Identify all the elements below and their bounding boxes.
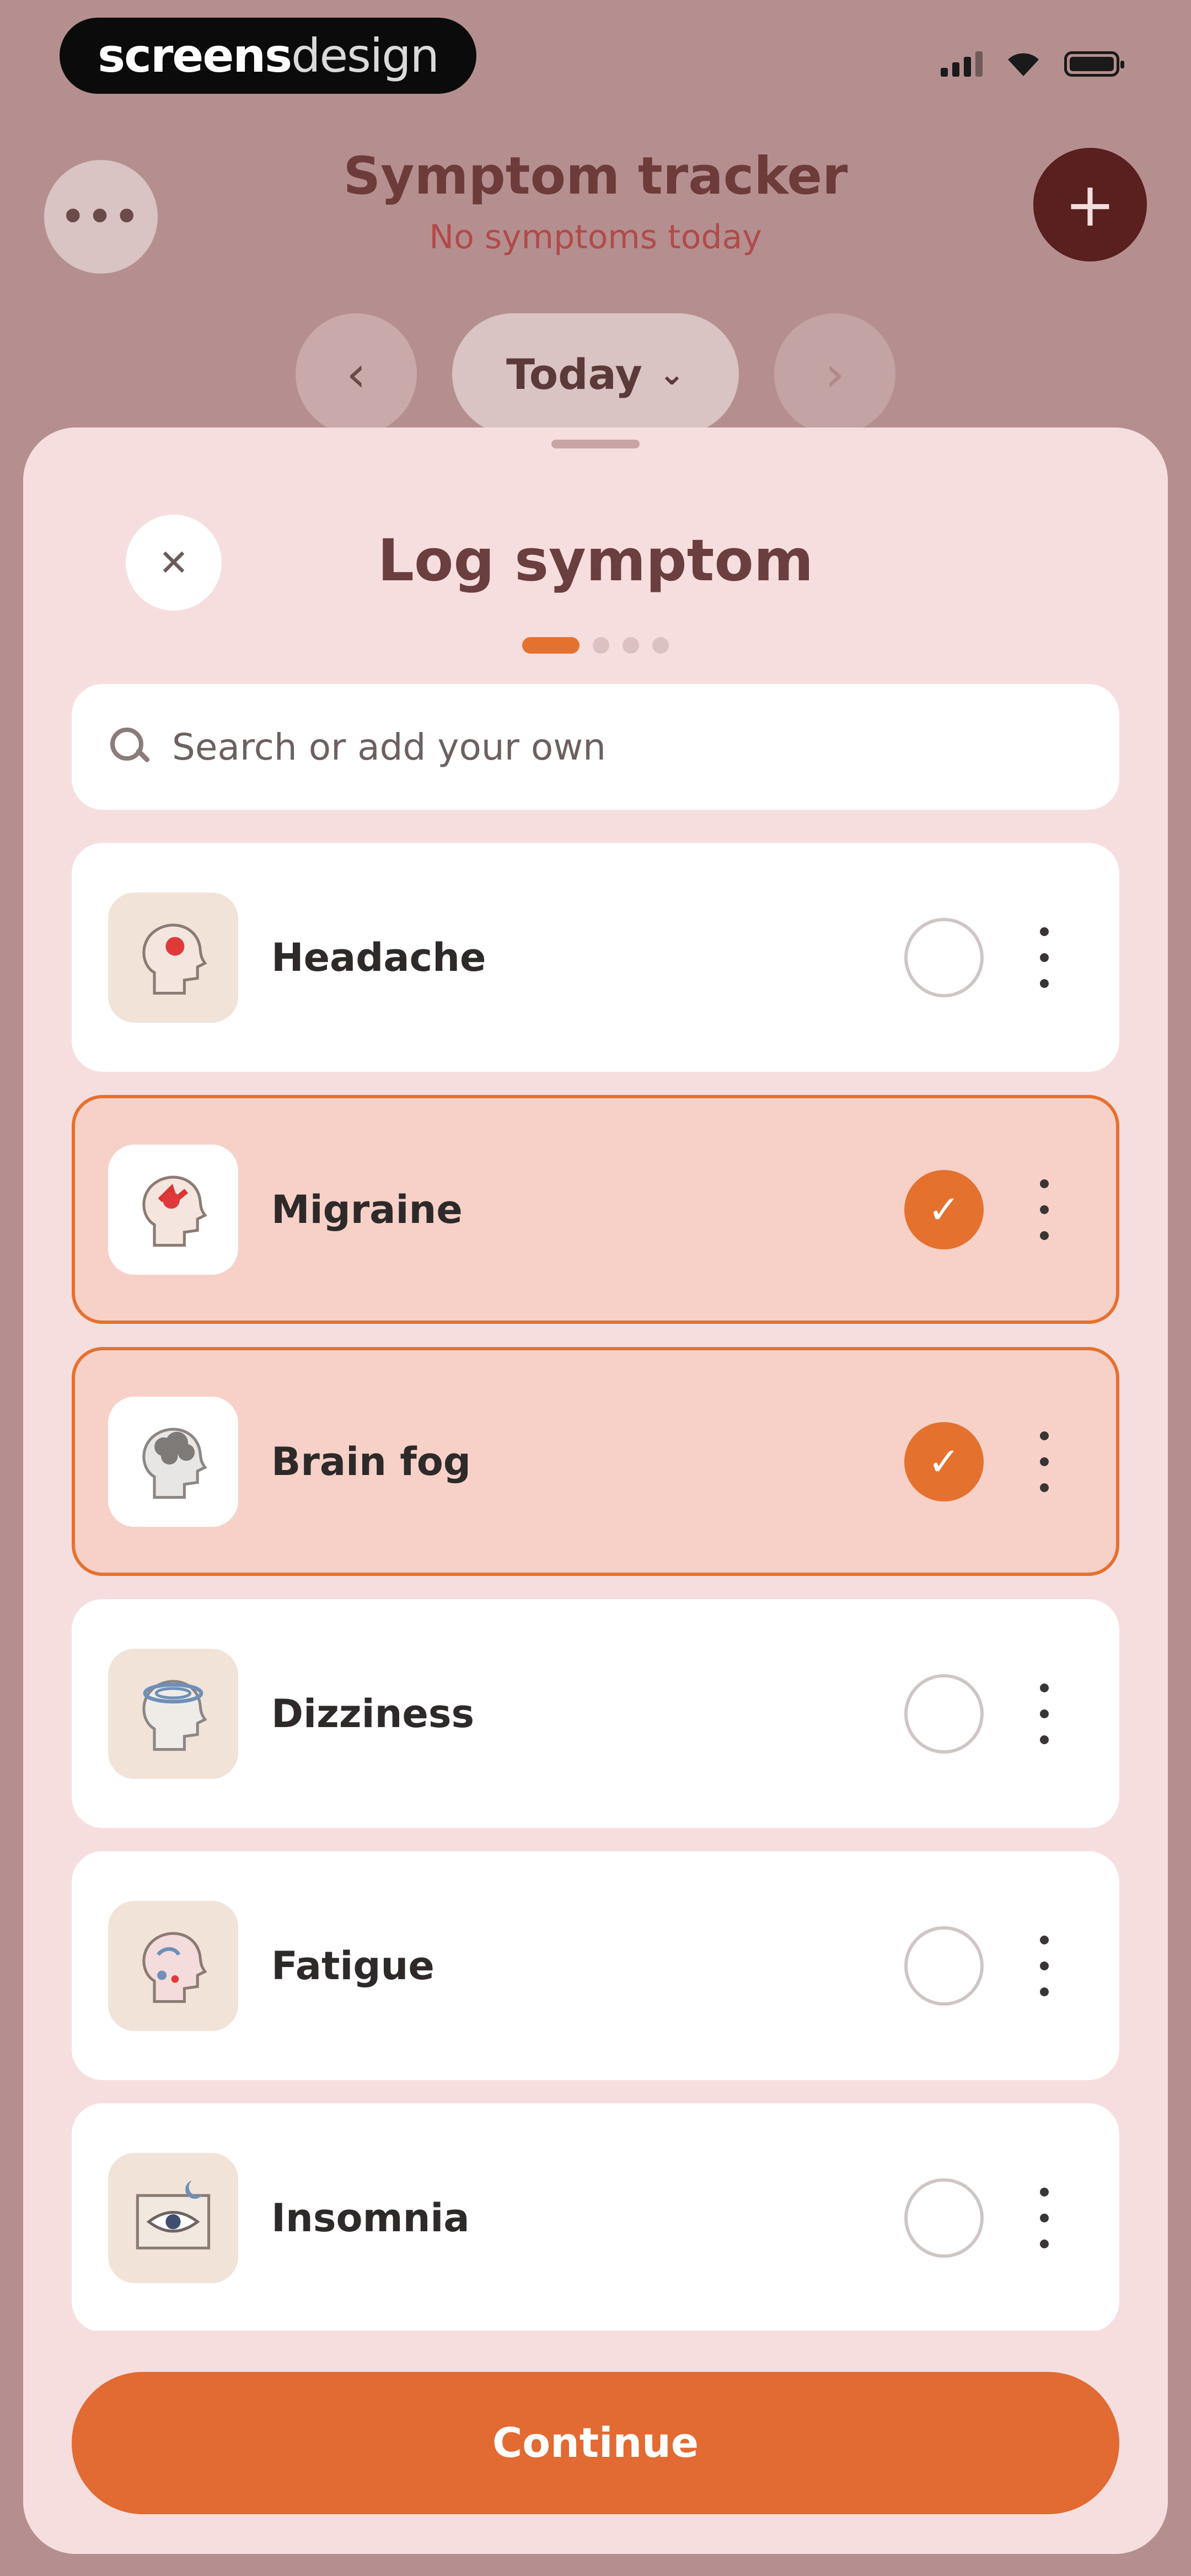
battery-icon xyxy=(1064,51,1124,77)
symptom-checkbox[interactable]: ✓ xyxy=(904,917,984,997)
head-tired-icon xyxy=(108,1900,238,2031)
step-dot xyxy=(623,637,639,654)
head-fog-icon xyxy=(108,1396,238,1527)
add-button[interactable]: + xyxy=(1033,148,1147,261)
brand-watermark: screens design xyxy=(60,18,476,94)
sheet-grabber-handle[interactable] xyxy=(551,440,640,448)
status-icons xyxy=(941,51,1124,77)
symptom-item-brain-fog[interactable]: Brain fog ✓ xyxy=(72,1347,1119,1576)
sheet-title: Log symptom xyxy=(377,527,814,594)
head-red-spot-icon xyxy=(108,892,238,1023)
step-dot xyxy=(652,637,669,654)
symptom-checkbox[interactable]: ✓ xyxy=(904,1674,984,1754)
cellular-signal-icon xyxy=(941,51,983,77)
step-dot xyxy=(593,637,609,654)
wifi-icon xyxy=(1008,53,1039,76)
continue-button[interactable]: Continue xyxy=(72,2372,1119,2514)
symptom-item-fatigue[interactable]: Fatigue ✓ xyxy=(72,1851,1119,2080)
date-selector[interactable]: Today ⌄ xyxy=(452,313,739,435)
page-subtitle: No symptoms today xyxy=(429,218,762,256)
search-input[interactable] xyxy=(171,725,943,769)
chevron-down-icon: ⌄ xyxy=(658,356,685,392)
sheet-footer: Continue xyxy=(23,2331,1168,2554)
symptom-item-dizziness[interactable]: Dizziness ✓ xyxy=(72,1599,1119,1828)
symptom-item-headache[interactable]: Headache ✓ xyxy=(72,843,1119,1072)
head-spinning-icon xyxy=(108,1648,238,1779)
symptom-item-insomnia[interactable]: Insomnia ✓ xyxy=(72,2103,1119,2331)
more-vertical-icon[interactable] xyxy=(1033,2187,1055,2248)
head-pain-icon xyxy=(108,1144,238,1275)
eye-awake-icon xyxy=(108,2152,238,2283)
symptom-label: Insomnia xyxy=(271,2195,470,2241)
more-vertical-icon[interactable] xyxy=(1033,1935,1055,1996)
more-vertical-icon[interactable] xyxy=(1033,1683,1055,1744)
log-symptom-sheet: ✕ Log symptom Headache ✓ xyxy=(23,427,1168,2554)
symptom-label: Dizziness xyxy=(271,1691,475,1736)
more-vertical-icon[interactable] xyxy=(1033,1179,1055,1240)
more-vertical-icon[interactable] xyxy=(1033,927,1055,988)
app-screen: screens design ••• Symptom tracker No sym… xyxy=(0,0,1191,2576)
search-icon xyxy=(110,728,149,766)
step-dot-active xyxy=(522,637,580,654)
symptom-label: Fatigue xyxy=(271,1943,434,1989)
symptom-checkbox-checked[interactable]: ✓ xyxy=(904,1169,984,1249)
symptom-list: Headache ✓ Migraine ✓ xyxy=(72,843,1119,2331)
symptom-label: Migraine xyxy=(271,1187,463,1232)
symptom-label: Brain fog xyxy=(271,1439,471,1484)
symptom-item-migraine[interactable]: Migraine ✓ xyxy=(72,1095,1119,1324)
date-label: Today xyxy=(506,349,642,399)
date-navigator: ‹ Today ⌄ › xyxy=(0,313,1191,435)
next-day-button[interactable]: › xyxy=(774,313,895,435)
step-indicator xyxy=(23,637,1168,654)
symptom-checkbox-checked[interactable]: ✓ xyxy=(904,1421,984,1501)
page-title: Symptom tracker xyxy=(343,146,848,206)
more-vertical-icon[interactable] xyxy=(1033,1431,1055,1492)
search-bar[interactable] xyxy=(72,684,1119,810)
symptom-checkbox[interactable]: ✓ xyxy=(904,1926,984,2006)
symptom-label: Headache xyxy=(271,934,486,980)
previous-day-button[interactable]: ‹ xyxy=(296,313,417,435)
symptom-checkbox[interactable]: ✓ xyxy=(904,2178,984,2258)
brand-part-2: design xyxy=(291,29,439,83)
brand-part-1: screens xyxy=(98,29,292,83)
